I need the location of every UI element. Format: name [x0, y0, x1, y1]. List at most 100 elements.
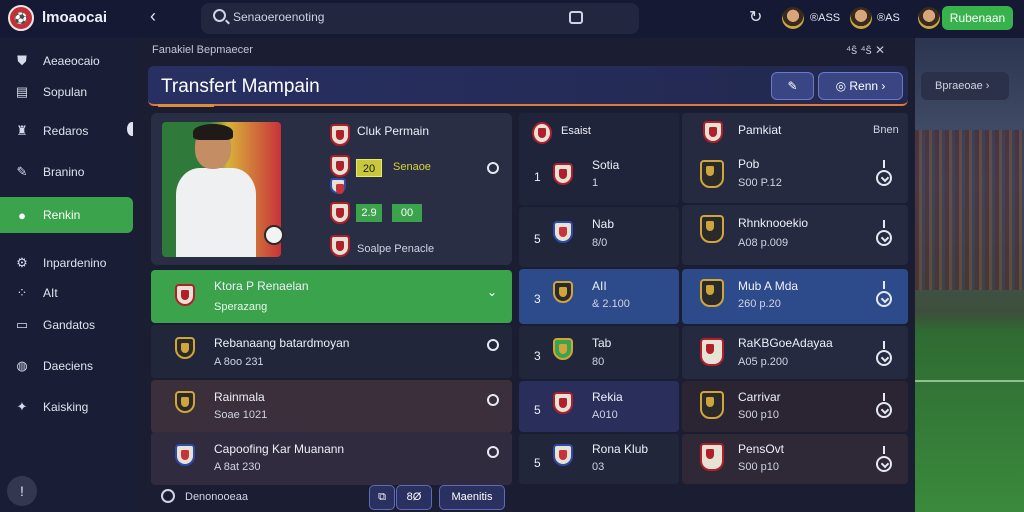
list-item[interactable] — [151, 270, 512, 323]
select-ring-icon[interactable] — [876, 230, 892, 246]
gear-icon: ⚙ — [16, 255, 28, 270]
sidebar-item-label: Redaros — [43, 124, 89, 138]
mid-row-num: 3 — [534, 292, 541, 306]
club-crest-icon — [175, 337, 195, 359]
action-icon: ◎ — [835, 79, 850, 93]
sidebar-item-3[interactable]: ✎ Branino — [0, 154, 133, 190]
filter-icon[interactable] — [569, 11, 583, 24]
sidebar: ⛊ Aeaeocaio ▤ Sopulan ♜ Redaros ✎ Branino ● R… — [0, 38, 133, 512]
sidebar-item-label: AIt — [43, 286, 58, 300]
list-item-sub: A 8at 230 — [214, 461, 261, 473]
mid-row-num: 5 — [534, 403, 541, 417]
select-radio[interactable] — [487, 339, 499, 351]
stat-badge: 2.9 — [356, 204, 382, 222]
trophy-icon: ♜ — [16, 123, 28, 138]
footer-label: Denonooeaa — [185, 491, 249, 503]
chart-icon: ✦ — [16, 399, 28, 414]
edit-button[interactable]: ✎ — [771, 72, 814, 100]
mid-row-name: Rona Klub — [592, 442, 649, 456]
stat-badge: 00 — [392, 204, 422, 222]
cards-icon: ▭ — [15, 317, 29, 332]
sidebar-item-2[interactable]: ♜ Redaros — [0, 113, 133, 149]
club-crest-icon — [330, 202, 350, 224]
club-crest-icon — [175, 391, 195, 413]
mid-list-row[interactable] — [519, 381, 679, 432]
mid-list-row[interactable] — [519, 326, 679, 379]
footer-main-button[interactable]: Maenitis — [439, 485, 505, 510]
select-ring-icon[interactable] — [876, 170, 892, 186]
select-ring-icon[interactable] — [876, 350, 892, 366]
app-logo[interactable]: ⚽ — [8, 5, 34, 31]
avatar[interactable] — [918, 7, 940, 29]
select-ring-icon[interactable] — [876, 402, 892, 418]
player-shirt — [176, 168, 256, 257]
select-radio[interactable] — [487, 446, 499, 458]
ring-stem — [883, 160, 885, 168]
stat-text: ®AS — [877, 12, 900, 24]
select-ring-icon[interactable] — [876, 291, 892, 307]
action-button[interactable]: ◎ Renn › — [818, 72, 903, 100]
sidebar-item-label: Kaisking — [43, 400, 89, 414]
sidebar-item-label: Sopulan — [43, 85, 88, 99]
club-crest-icon — [532, 122, 552, 144]
back-arrow-icon[interactable]: ‹ — [150, 6, 156, 27]
footer-button[interactable]: 8Ø — [396, 485, 432, 510]
avatar[interactable] — [850, 7, 872, 29]
sidebar-item-7[interactable]: ▭ Gandatos — [0, 307, 133, 343]
mid-row-num: 5 — [534, 232, 541, 246]
field-line — [905, 380, 1024, 382]
club-crest-icon — [553, 444, 573, 466]
club-crest-icon — [553, 163, 573, 185]
mid-row-num: 1 — [534, 170, 541, 184]
right-row-name: PensOvt — [738, 442, 785, 456]
stat-text: ®ASS — [810, 12, 841, 24]
users-icon: ● — [18, 207, 26, 223]
avatar[interactable] — [782, 7, 804, 29]
mid-row-sub: 80 — [592, 356, 605, 368]
right-row-name: Pob — [738, 157, 760, 171]
sidebar-item-9[interactable]: ✦ Kaisking — [0, 389, 133, 425]
breadcrumb: Fanakiel Bepmaecer — [152, 44, 253, 56]
mid-list-row[interactable] — [519, 269, 679, 324]
list-item[interactable] — [151, 325, 512, 378]
list-item[interactable] — [151, 380, 512, 433]
title-underline — [158, 104, 214, 107]
rating-badge: 20 — [356, 159, 382, 177]
top-action-button[interactable]: Rubenaan — [942, 6, 1013, 30]
club-crest-icon — [553, 338, 573, 360]
right-row-sub: S00 p10 — [738, 409, 779, 421]
copy-button[interactable]: ⧉ — [369, 485, 395, 510]
ring-stem — [883, 220, 885, 228]
club-crest-icon — [175, 444, 195, 466]
right-row-name: RaKBGoeAdayaa — [738, 336, 833, 350]
club-crest-icon — [553, 221, 573, 243]
search-input[interactable]: Senaoeroenoting — [233, 10, 324, 24]
select-radio[interactable] — [487, 394, 499, 406]
select-ring-icon[interactable] — [876, 456, 892, 472]
player-club: Cluk Permain — [357, 124, 430, 138]
mid-row-name: Sotia — [592, 158, 620, 172]
mid-list-header: Esaist — [561, 125, 591, 137]
player-foot: Soalpe Penacle — [357, 243, 435, 255]
side-card[interactable]: Bpraeoae › — [921, 72, 1009, 100]
list-item[interactable] — [151, 432, 512, 485]
mid-row-name: Rekia — [592, 390, 623, 404]
sidebar-item-1[interactable]: ▤ Sopulan — [0, 74, 133, 110]
club-crest-icon — [703, 121, 723, 143]
sidebar-item-6[interactable]: ⁘ AIt — [0, 275, 133, 311]
list-item-sub: A 8oo 231 — [214, 356, 264, 368]
window-controls[interactable]: ⁴ŝ ⁴ŝ ✕ — [846, 43, 885, 57]
select-radio[interactable] — [487, 162, 499, 174]
right-row-sub: A05 p.200 — [738, 356, 789, 368]
right-row-sub: 260 p.20 — [738, 298, 781, 310]
list-item-name: Rebanaang batardmoyan — [214, 336, 350, 350]
sidebar-item-8[interactable]: ◍ Daeciens — [0, 348, 133, 384]
refresh-icon[interactable]: ↻ — [749, 7, 762, 27]
player-position: Senaoe — [393, 161, 431, 173]
player-hair — [193, 124, 233, 140]
chevron-down-icon[interactable]: ⌄ — [487, 285, 497, 299]
flag-icon — [330, 178, 346, 194]
help-button[interactable]: ! — [7, 476, 37, 506]
sidebar-item-4[interactable]: ● Renkin — [0, 197, 133, 233]
right-list-header-tag: Bnen — [873, 124, 899, 136]
